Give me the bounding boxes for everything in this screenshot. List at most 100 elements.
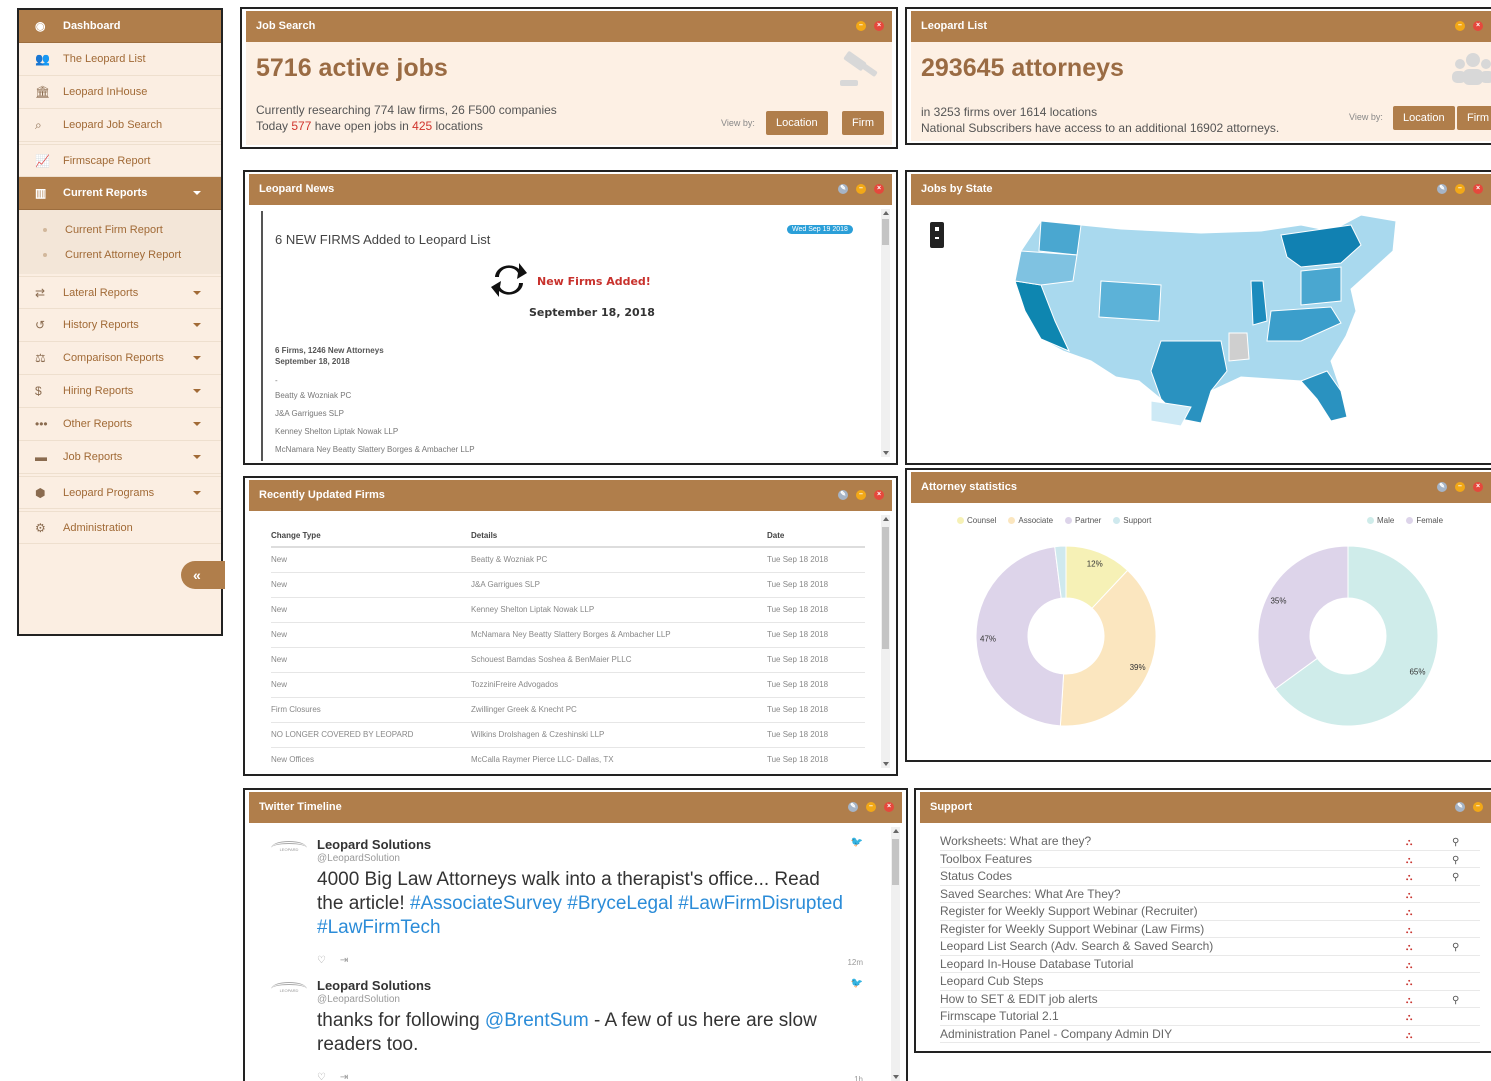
share-icon[interactable]: ⇥ bbox=[340, 955, 348, 966]
support-item-label[interactable]: How to SET & EDIT job alerts bbox=[940, 992, 1098, 1006]
close-icon[interactable]: × bbox=[1473, 21, 1483, 31]
pdf-icon[interactable]: ⛬ bbox=[1406, 957, 1412, 974]
list-item[interactable]: Register for Weekly Support Webinar (Law… bbox=[940, 921, 1480, 939]
video-icon[interactable]: ⚲ bbox=[1452, 834, 1459, 851]
sidebar-item-hiring-reports[interactable]: $ Hiring Reports bbox=[19, 375, 221, 408]
twitter-bird-icon[interactable]: 🐦 bbox=[851, 978, 863, 989]
avatar[interactable]: LEOPARD bbox=[271, 982, 307, 996]
sidebar-item-leopard-job-search[interactable]: ⌕ Leopard Job Search bbox=[19, 109, 221, 142]
sidebar-item-history-reports[interactable]: ↺ History Reports bbox=[19, 309, 221, 342]
sidebar-item-lateral-reports[interactable]: ⇄ Lateral Reports bbox=[19, 276, 221, 309]
support-item-label[interactable]: Leopard In-House Database Tutorial bbox=[940, 957, 1133, 971]
heart-icon[interactable]: ♡ bbox=[317, 1072, 326, 1081]
pdf-icon[interactable]: ⛬ bbox=[1406, 974, 1412, 991]
video-icon[interactable]: ⚲ bbox=[1452, 852, 1459, 869]
pdf-icon[interactable]: ⛬ bbox=[1406, 904, 1412, 921]
legend-item[interactable]: Male bbox=[1367, 516, 1394, 525]
us-jobs-map[interactable] bbox=[1001, 211, 1421, 433]
close-icon[interactable]: × bbox=[874, 184, 884, 194]
pdf-icon[interactable]: ⛬ bbox=[1406, 1027, 1412, 1044]
table-row[interactable]: Firm Closures Zwillinger Greek & Knecht P… bbox=[271, 697, 865, 723]
legend-item[interactable]: Associate bbox=[1008, 516, 1053, 525]
donut-slice-female[interactable] bbox=[1257, 545, 1349, 690]
support-item-label[interactable]: Register for Weekly Support Webinar (Rec… bbox=[940, 904, 1198, 918]
list-item[interactable]: Administration Panel - Company Admin DIY… bbox=[940, 1026, 1480, 1044]
pdf-icon[interactable]: ⛬ bbox=[1406, 852, 1412, 869]
table-row[interactable]: New TozziniFreire Advogados Tue Sep 18 201… bbox=[271, 672, 865, 698]
table-row[interactable]: New Kenney Shelton Liptak Nowak LLP Tue Se… bbox=[271, 597, 865, 623]
minimize-icon[interactable]: – bbox=[856, 490, 866, 500]
sidebar-item-leopard-inhouse[interactable]: 🏛 Leopard InHouse bbox=[19, 76, 221, 109]
legend-item[interactable]: Support bbox=[1113, 516, 1151, 525]
column-header-date[interactable]: Date bbox=[767, 525, 865, 548]
minimize-icon[interactable]: – bbox=[1455, 21, 1465, 31]
sidebar-item-comparison-reports[interactable]: ⚖ Comparison Reports bbox=[19, 342, 221, 375]
tweet-author-name[interactable]: Leopard Solutions bbox=[317, 837, 431, 852]
tweet-author-handle[interactable]: @LeopardSolution bbox=[317, 994, 400, 1005]
view-by-firm-button[interactable]: Firm bbox=[1457, 106, 1491, 130]
minimize-icon[interactable]: – bbox=[1455, 482, 1465, 492]
pdf-icon[interactable]: ⛬ bbox=[1406, 922, 1412, 939]
pdf-icon[interactable]: ⛬ bbox=[1406, 887, 1412, 904]
minimize-icon[interactable]: – bbox=[1455, 184, 1465, 194]
pdf-icon[interactable]: ⛬ bbox=[1406, 1009, 1412, 1026]
support-item-label[interactable]: Status Codes bbox=[940, 869, 1012, 883]
view-by-location-button[interactable]: Location bbox=[1393, 106, 1455, 130]
sidebar-item-firmscape-report[interactable]: 📈 Firmscape Report bbox=[19, 144, 221, 177]
video-icon[interactable]: ⚲ bbox=[1452, 939, 1459, 956]
settings-icon[interactable]: ✎ bbox=[1437, 482, 1447, 492]
settings-icon[interactable]: ✎ bbox=[838, 184, 848, 194]
sidebar-subitem-current-attorney-report[interactable]: Current Attorney Report bbox=[19, 243, 221, 268]
column-header-details[interactable]: Details bbox=[471, 525, 767, 548]
settings-icon[interactable]: ✎ bbox=[848, 802, 858, 812]
sidebar-item-other-reports[interactable]: ••• Other Reports bbox=[19, 408, 221, 441]
zoom-control[interactable] bbox=[930, 222, 944, 248]
list-item[interactable]: Status Codes ⛬ ⚲ bbox=[940, 868, 1480, 886]
pdf-icon[interactable]: ⛬ bbox=[1406, 992, 1412, 1009]
list-item[interactable]: How to SET & EDIT job alerts ⛬ ⚲ bbox=[940, 991, 1480, 1009]
sidebar-item-current-reports[interactable]: ▥ Current Reports bbox=[19, 177, 221, 210]
sidebar-subitem-current-firm-report[interactable]: Current Firm Report bbox=[19, 218, 221, 243]
view-by-firm-button[interactable]: Firm bbox=[842, 111, 884, 135]
support-item-label[interactable]: Leopard Cub Steps bbox=[940, 974, 1043, 988]
support-item-label[interactable]: Saved Searches: What Are They? bbox=[940, 887, 1121, 901]
sidebar-item-job-reports[interactable]: ▬ Job Reports bbox=[19, 441, 221, 474]
heart-icon[interactable]: ♡ bbox=[317, 955, 326, 966]
tweet-author-handle[interactable]: @LeopardSolution bbox=[317, 853, 400, 864]
list-item[interactable]: Leopard List Search (Adv. Search & Saved… bbox=[940, 938, 1480, 956]
table-row[interactable]: New McNamara Ney Beatty Slattery Borges &… bbox=[271, 622, 865, 648]
twitter-scrollbar[interactable] bbox=[891, 827, 900, 1081]
minimize-icon[interactable]: – bbox=[866, 802, 876, 812]
tweet-time[interactable]: 1h bbox=[854, 1075, 863, 1081]
support-item-label[interactable]: Firmscape Tutorial 2.1 bbox=[940, 1009, 1059, 1023]
minimize-icon[interactable]: – bbox=[856, 184, 866, 194]
share-icon[interactable]: ⇥ bbox=[340, 1072, 348, 1081]
legend-item[interactable]: Counsel bbox=[957, 516, 996, 525]
list-item[interactable]: Leopard Cub Steps ⛬ bbox=[940, 973, 1480, 991]
support-item-label[interactable]: Administration Panel - Company Admin DIY bbox=[940, 1027, 1172, 1041]
list-item[interactable]: Toolbox Features ⛬ ⚲ bbox=[940, 851, 1480, 869]
settings-icon[interactable]: ✎ bbox=[838, 490, 848, 500]
pdf-icon[interactable]: ⛬ bbox=[1406, 834, 1412, 851]
tweet-author-name[interactable]: Leopard Solutions bbox=[317, 978, 431, 993]
close-icon[interactable]: × bbox=[1473, 184, 1483, 194]
tweet-time[interactable]: 12m bbox=[847, 958, 863, 967]
tweet[interactable]: LEOPARD Leopard Solutions @LeopardSoluti… bbox=[271, 837, 871, 967]
legend-item[interactable]: Partner bbox=[1065, 516, 1101, 525]
collapse-sidebar-button[interactable]: « bbox=[181, 561, 225, 589]
table-row[interactable]: New J&A Garrigues SLP Tue Sep 18 2018 bbox=[271, 572, 865, 598]
sidebar-item-dashboard[interactable]: ◉ Dashboard bbox=[19, 10, 221, 43]
firms-table-scrollbar[interactable] bbox=[881, 515, 890, 768]
close-icon[interactable]: × bbox=[884, 802, 894, 812]
pdf-icon[interactable]: ⛬ bbox=[1406, 869, 1412, 886]
avatar[interactable]: LEOPARD bbox=[271, 841, 307, 855]
close-icon[interactable]: × bbox=[874, 21, 884, 31]
table-row[interactable]: New Offices McCalla Raymer Pierce LLC- Da… bbox=[271, 747, 865, 772]
list-item[interactable]: Register for Weekly Support Webinar (Rec… bbox=[940, 903, 1480, 921]
list-item[interactable]: Saved Searches: What Are They? ⛬ bbox=[940, 886, 1480, 904]
table-row[interactable]: NO LONGER COVERED BY LEOPARD Wilkins Drol… bbox=[271, 722, 865, 748]
news-scrollbar[interactable] bbox=[881, 209, 890, 457]
column-header-change-type[interactable]: Change Type bbox=[271, 525, 471, 548]
twitter-bird-icon[interactable]: 🐦 bbox=[851, 837, 863, 848]
list-item[interactable]: Leopard In-House Database Tutorial ⛬ bbox=[940, 956, 1480, 974]
